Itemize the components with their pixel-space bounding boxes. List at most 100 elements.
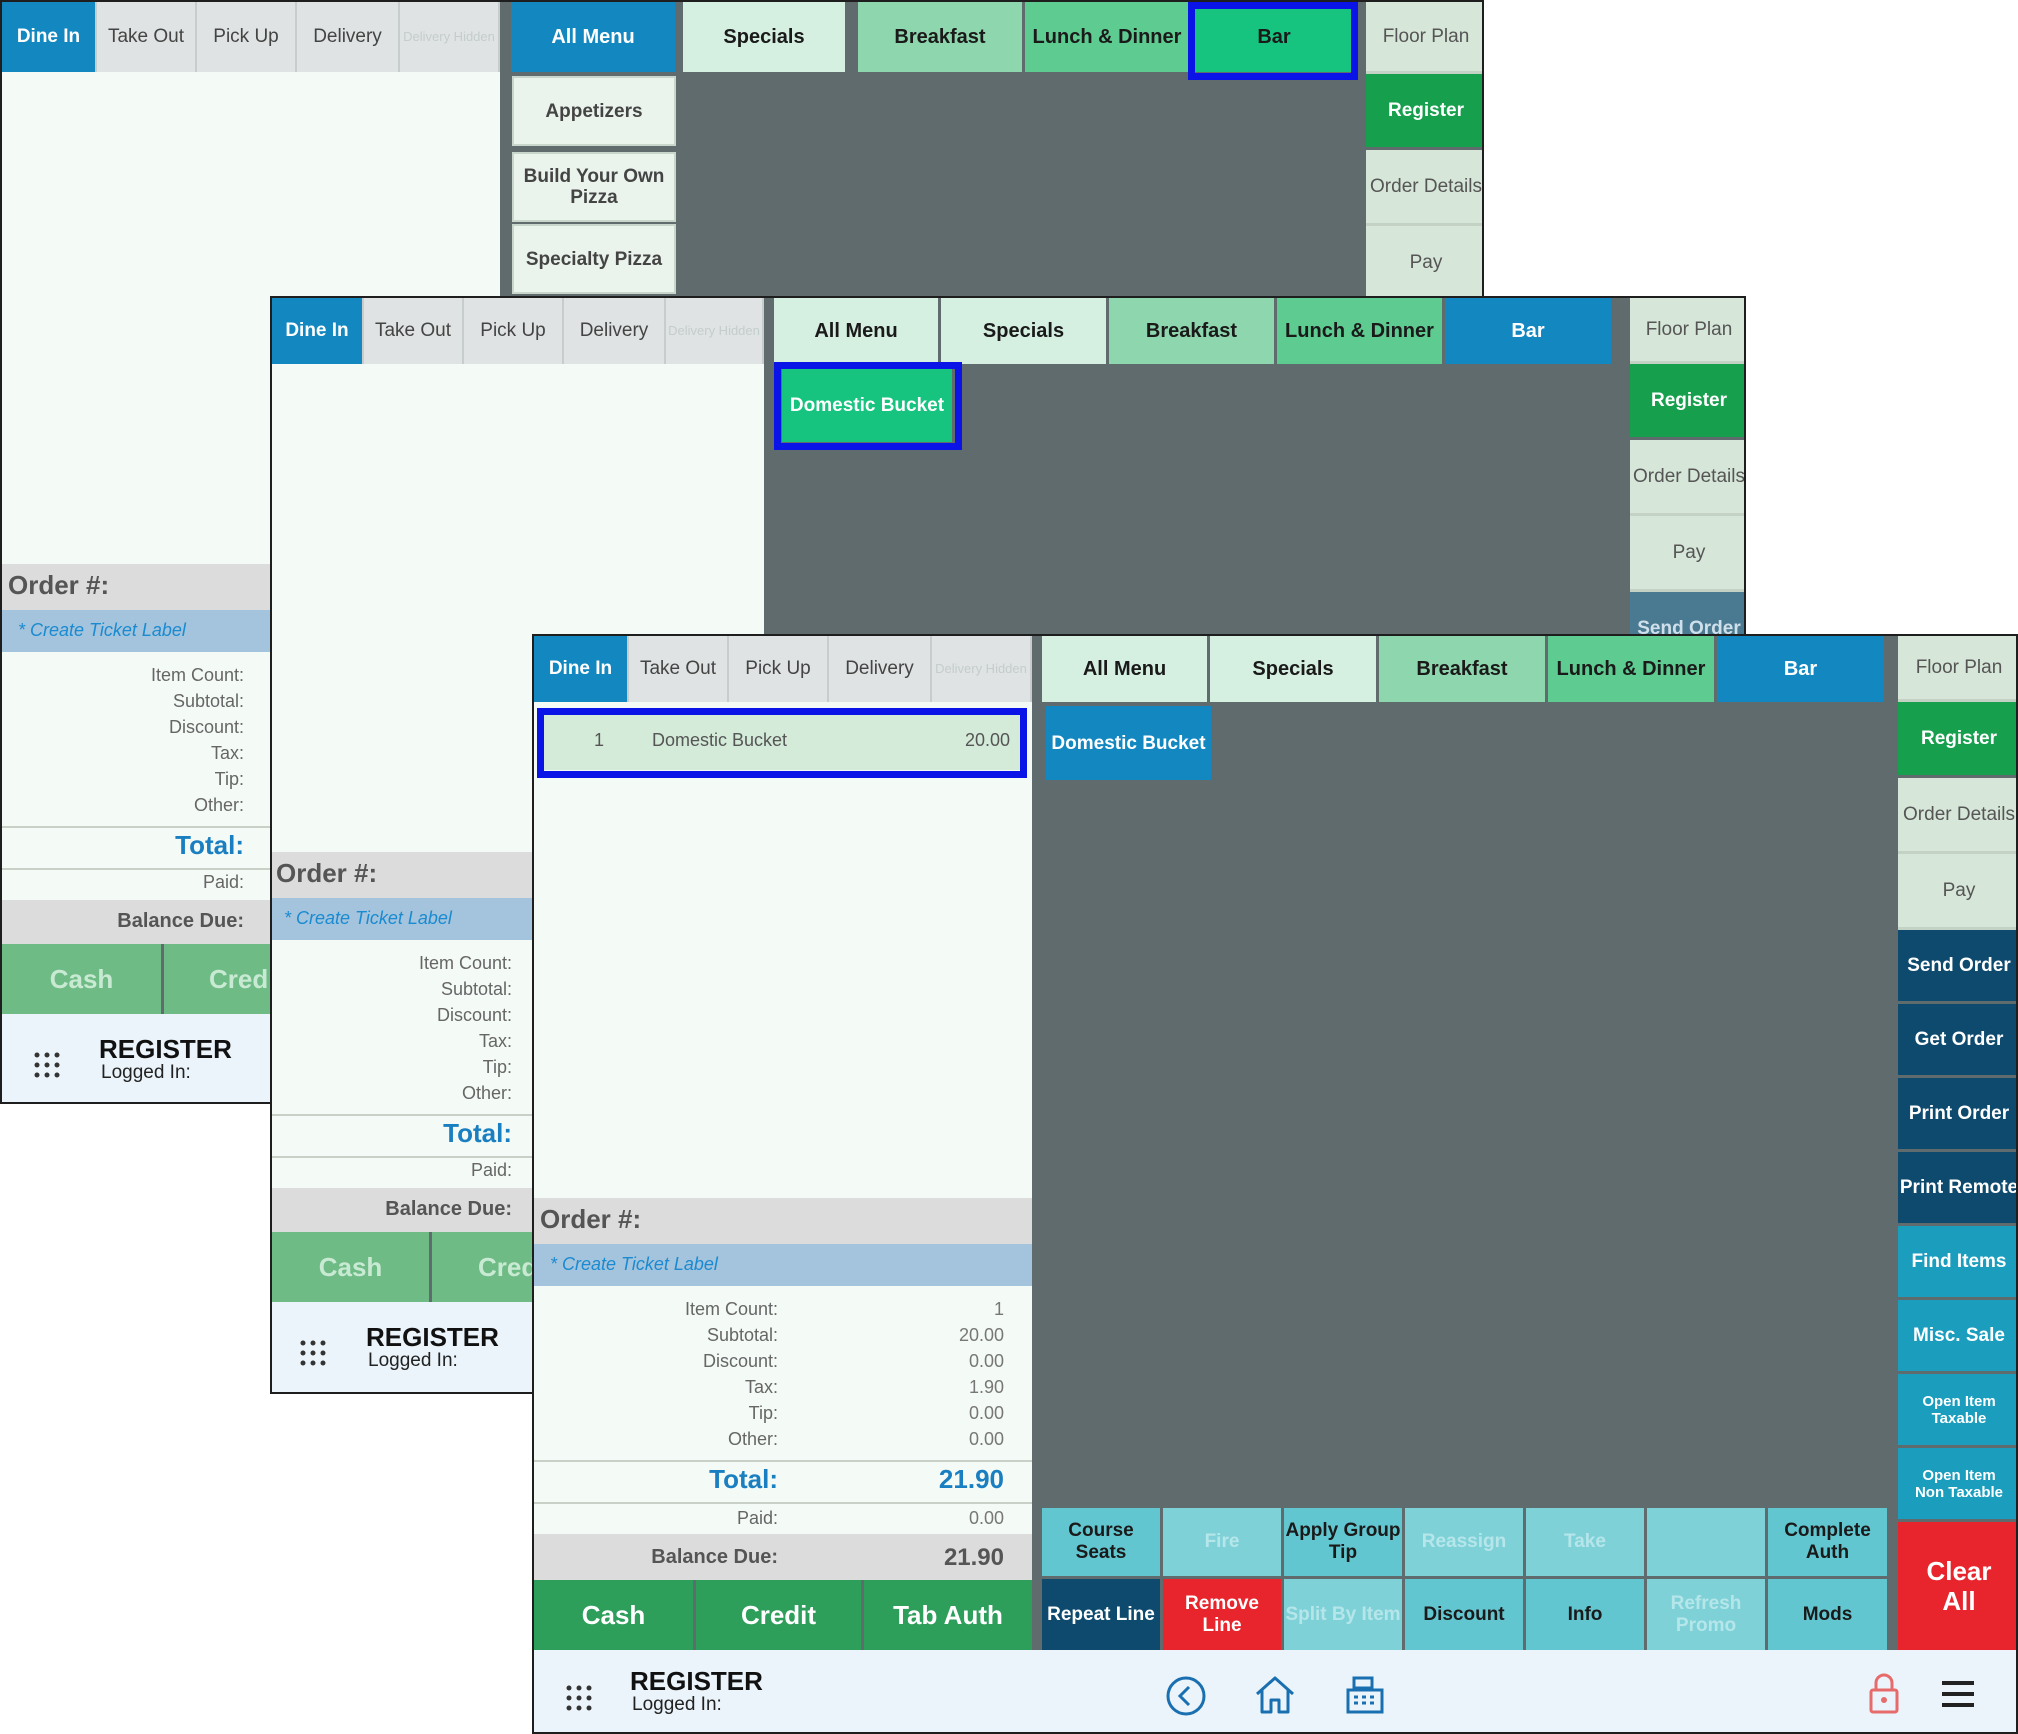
menu-tab-all-menu[interactable]: All Menu [774, 298, 941, 364]
floor-plan-button[interactable]: Floor Plan [1366, 2, 1482, 74]
apply-group-tip-button[interactable]: Apply Group Tip [1284, 1508, 1405, 1576]
menu-tab-bar[interactable]: Bar [1717, 636, 1887, 702]
app-name: REGISTER [99, 1034, 232, 1064]
misc-sale-button[interactable]: Misc. Sale [1898, 1300, 2016, 1374]
open-item-taxable-button[interactable]: Open Item Taxable [1898, 1374, 2016, 1448]
menu-tab-specials[interactable]: Specials [683, 2, 848, 72]
clear-all-button[interactable]: Clear All [1898, 1522, 2016, 1650]
register-button[interactable]: Register [1366, 74, 1482, 150]
menu-tab-lunch-dinner[interactable]: Lunch & Dinner [1277, 298, 1445, 364]
pay-button[interactable]: Pay [1630, 516, 1744, 592]
menu-tab-bar[interactable]: Bar [1445, 298, 1614, 364]
tip-label: Tip: [214, 769, 244, 789]
tip-label: Tip: [748, 1403, 778, 1423]
floor-plan-button[interactable]: Floor Plan [1630, 298, 1744, 364]
balance-due-label: Balance Due: [2, 900, 274, 944]
get-order-button[interactable]: Get Order [1898, 1004, 2016, 1078]
app-name: REGISTER [630, 1666, 763, 1696]
menu-tab-lunch-dinner[interactable]: Lunch & Dinner [1025, 2, 1192, 72]
category-build-your-own-pizza[interactable]: Build Your Own Pizza [512, 152, 676, 222]
highlight-domestic-bucket [774, 362, 962, 450]
paid-label: Paid: [202, 872, 244, 892]
pay-button[interactable]: Pay [1898, 854, 2016, 930]
discount-label: Discount: [702, 1351, 778, 1371]
cash-button[interactable]: Cash [272, 1232, 432, 1302]
pay-button[interactable]: Pay [1366, 226, 1482, 302]
create-ticket-label[interactable]: * Create Ticket Label [534, 1244, 1032, 1286]
tab-dine-in[interactable]: Dine In [2, 2, 97, 72]
tab-pick-up[interactable]: Pick Up [464, 298, 564, 364]
tab-delivery[interactable]: Delivery [297, 2, 400, 72]
paid-label: Paid: [736, 1508, 778, 1528]
cash-button[interactable]: Cash [534, 1580, 696, 1650]
tab-delivery-hidden: Delivery Hidden [932, 636, 1032, 702]
register-button[interactable]: Register [1630, 364, 1744, 440]
course-seats-button[interactable]: Course Seats [1042, 1508, 1163, 1576]
order-number: Order #: [534, 1198, 1032, 1244]
hamburger-menu-icon[interactable] [1938, 1676, 1978, 1712]
cash-button[interactable]: Cash [2, 944, 164, 1014]
apps-grid-icon[interactable] [32, 1050, 62, 1080]
totals-labels: Item Count: Subtotal: Discount: Tax: Tip… [2, 662, 244, 818]
menu-tab-breakfast[interactable]: Breakfast [1379, 636, 1548, 702]
item-domestic-bucket[interactable]: Domestic Bucket [1046, 706, 1211, 780]
tab-take-out[interactable]: Take Out [364, 298, 464, 364]
order-panel: Order #: * Create Ticket Label Item Coun… [2, 72, 274, 1102]
subtotal-label: Subtotal: [172, 691, 244, 711]
tab-delivery[interactable]: Delivery [829, 636, 932, 702]
subtotal-label: Subtotal: [440, 979, 512, 999]
register-button[interactable]: Register [1898, 702, 2016, 778]
create-ticket-label[interactable]: * Create Ticket Label [2, 610, 274, 652]
print-order-button[interactable]: Print Order [1898, 1078, 2016, 1152]
tab-dine-in[interactable]: Dine In [272, 298, 364, 364]
subtotal-value: 20.00 [958, 1325, 1004, 1345]
app-name: REGISTER [366, 1322, 499, 1352]
back-icon[interactable] [1164, 1674, 1208, 1718]
home-icon[interactable] [1252, 1672, 1298, 1718]
lock-icon[interactable] [1866, 1670, 1902, 1716]
info-button[interactable]: Info [1526, 1579, 1647, 1650]
menu-tab-all-menu[interactable]: All Menu [511, 2, 678, 72]
order-details-button[interactable]: Order Details [1366, 150, 1482, 226]
tab-pick-up[interactable]: Pick Up [729, 636, 829, 702]
tab-take-out[interactable]: Take Out [629, 636, 729, 702]
menu-tab-breakfast[interactable]: Breakfast [858, 2, 1025, 72]
send-order-button[interactable]: Send Order [1898, 930, 2016, 1004]
menu-tabs: All Menu Specials Breakfast Lunch & Dinn… [774, 298, 1614, 364]
mods-button[interactable]: Mods [1768, 1579, 1887, 1650]
tab-dine-in[interactable]: Dine In [534, 636, 629, 702]
menu-tab-specials[interactable]: Specials [1210, 636, 1379, 702]
repeat-line-button[interactable]: Repeat Line [1042, 1579, 1163, 1650]
cash-register-icon[interactable] [1342, 1672, 1388, 1718]
remove-line-button[interactable]: Remove Line [1163, 1579, 1284, 1650]
tax-value: 1.90 [968, 1377, 1004, 1397]
apps-grid-icon[interactable] [298, 1338, 328, 1368]
category-appetizers[interactable]: Appetizers [512, 76, 676, 146]
divider [534, 1502, 1032, 1504]
order-details-button[interactable]: Order Details [1898, 778, 2016, 854]
item-count-label: Item Count: [684, 1299, 778, 1319]
print-remote-button[interactable]: Print Remote [1898, 1152, 2016, 1226]
take-button: Take [1526, 1508, 1647, 1576]
credit-button[interactable]: Cred [164, 944, 274, 1014]
find-items-button[interactable]: Find Items [1898, 1226, 2016, 1300]
complete-auth-button[interactable]: Complete Auth [1768, 1508, 1887, 1576]
credit-button[interactable]: Credit [696, 1580, 864, 1650]
reassign-button: Reassign [1405, 1508, 1526, 1576]
discount-button[interactable]: Discount [1405, 1579, 1526, 1650]
menu-tab-all-menu[interactable]: All Menu [1042, 636, 1210, 702]
order-details-button[interactable]: Order Details [1630, 440, 1744, 516]
apps-grid-icon[interactable] [564, 1683, 594, 1713]
floor-plan-button[interactable]: Floor Plan [1898, 636, 2016, 702]
category-specialty-pizza[interactable]: Specialty Pizza [512, 224, 676, 294]
menu-tab-specials[interactable]: Specials [941, 298, 1109, 364]
tab-take-out[interactable]: Take Out [97, 2, 197, 72]
tab-delivery[interactable]: Delivery [564, 298, 666, 364]
tip-label: Tip: [482, 1057, 512, 1077]
tab-pick-up[interactable]: Pick Up [197, 2, 297, 72]
discount-value: 0.00 [968, 1351, 1004, 1371]
tab-auth-button[interactable]: Tab Auth [864, 1580, 1032, 1650]
menu-tab-breakfast[interactable]: Breakfast [1109, 298, 1277, 364]
open-item-non-taxable-button[interactable]: Open Item Non Taxable [1898, 1448, 2016, 1522]
menu-tab-lunch-dinner[interactable]: Lunch & Dinner [1548, 636, 1717, 702]
